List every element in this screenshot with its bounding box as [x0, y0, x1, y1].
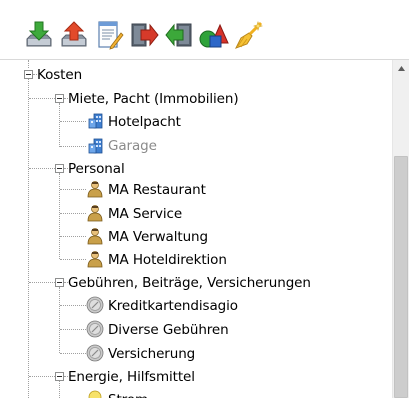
import-green-arrow-icon [165, 23, 192, 47]
edit-document-icon [98, 21, 124, 50]
broom-wand-icon [234, 21, 263, 49]
scrollbar-thumb[interactable] [394, 156, 408, 398]
tree-item-strom[interactable]: Strom [108, 390, 148, 398]
download-tray-icon [26, 21, 52, 47]
building-blue-icon [87, 112, 105, 130]
toolbar [0, 0, 409, 59]
tree-line [60, 236, 86, 237]
tree-item-hotelpacht[interactable]: Hotelpacht [108, 112, 181, 132]
chevron-up-icon [397, 66, 405, 71]
coin-icon [86, 344, 104, 362]
cleanup-tool-button[interactable] [232, 18, 266, 52]
collapse-toggle-miete[interactable] [55, 94, 64, 103]
export-red-arrow-icon [131, 23, 159, 47]
coin-icon [86, 296, 104, 314]
collapse-toggle-personal[interactable] [55, 164, 64, 173]
tree-item-ma-restaurant[interactable]: MA Restaurant [108, 180, 206, 200]
shapes-icon [199, 23, 229, 48]
edit-tool-button[interactable] [92, 18, 126, 52]
tree-line [29, 168, 55, 169]
upload-tray-icon [61, 21, 87, 47]
tree-line [59, 173, 60, 259]
collapse-toggle-gebuehren[interactable] [55, 278, 64, 287]
person-icon [86, 227, 104, 245]
tree-node-kosten[interactable]: Kosten [37, 65, 82, 85]
tree-line [60, 121, 86, 122]
tree-line [29, 282, 55, 283]
tree-node-miete-pacht[interactable]: Miete, Pacht (Immobilien) [68, 89, 239, 109]
tree-line [60, 305, 86, 306]
tree-line [60, 329, 86, 330]
tree-node-energie[interactable]: Energie, Hilfsmittel [68, 367, 195, 387]
tree-view[interactable]: Kosten Miete, Pacht (Immobilien) Hotelpa… [0, 60, 392, 398]
tree-item-ma-hoteldirektion[interactable]: MA Hoteldirektion [108, 250, 227, 270]
coin-icon [86, 320, 104, 338]
tree-item-ma-service[interactable]: MA Service [108, 204, 182, 224]
tree-line [28, 60, 29, 68]
import-tool-button[interactable] [162, 18, 196, 52]
tree-item-kreditkartendisagio[interactable]: Kreditkartendisagio [108, 296, 238, 316]
tree-node-personal[interactable]: Personal [68, 159, 125, 179]
tree-item-versicherung[interactable]: Versicherung [108, 344, 195, 364]
person-icon [86, 180, 104, 198]
vertical-scrollbar[interactable] [392, 60, 409, 398]
tree-line [59, 287, 60, 353]
tree-item-diverse-gebuehren[interactable]: Diverse Gebühren [108, 320, 229, 340]
tree-item-garage[interactable]: Garage [108, 136, 157, 156]
tree-line [60, 189, 86, 190]
scroll-up-button[interactable] [393, 60, 409, 77]
collapse-toggle-kosten[interactable] [24, 70, 33, 79]
tree-line [59, 381, 60, 398]
tree-line [60, 353, 86, 354]
lightbulb-icon [86, 390, 104, 398]
tree-line [59, 103, 60, 147]
tree-line [29, 98, 55, 99]
export-tool-button[interactable] [127, 18, 161, 52]
person-icon [86, 250, 104, 268]
tree-node-gebuehren[interactable]: Gebühren, Beiträge, Versicherungen [68, 273, 311, 293]
person-icon [86, 204, 104, 222]
tree-line [60, 213, 86, 214]
tree-line [29, 376, 55, 377]
download-tool-button[interactable] [22, 18, 56, 52]
tree-line [60, 259, 86, 260]
upload-tool-button[interactable] [57, 18, 91, 52]
tree-line [28, 79, 29, 398]
collapse-toggle-energie[interactable] [55, 372, 64, 381]
tree-item-ma-verwaltung[interactable]: MA Verwaltung [108, 227, 208, 247]
tree-line [60, 146, 86, 147]
shapes-tool-button[interactable] [197, 18, 231, 52]
building-blue-icon [87, 137, 105, 155]
